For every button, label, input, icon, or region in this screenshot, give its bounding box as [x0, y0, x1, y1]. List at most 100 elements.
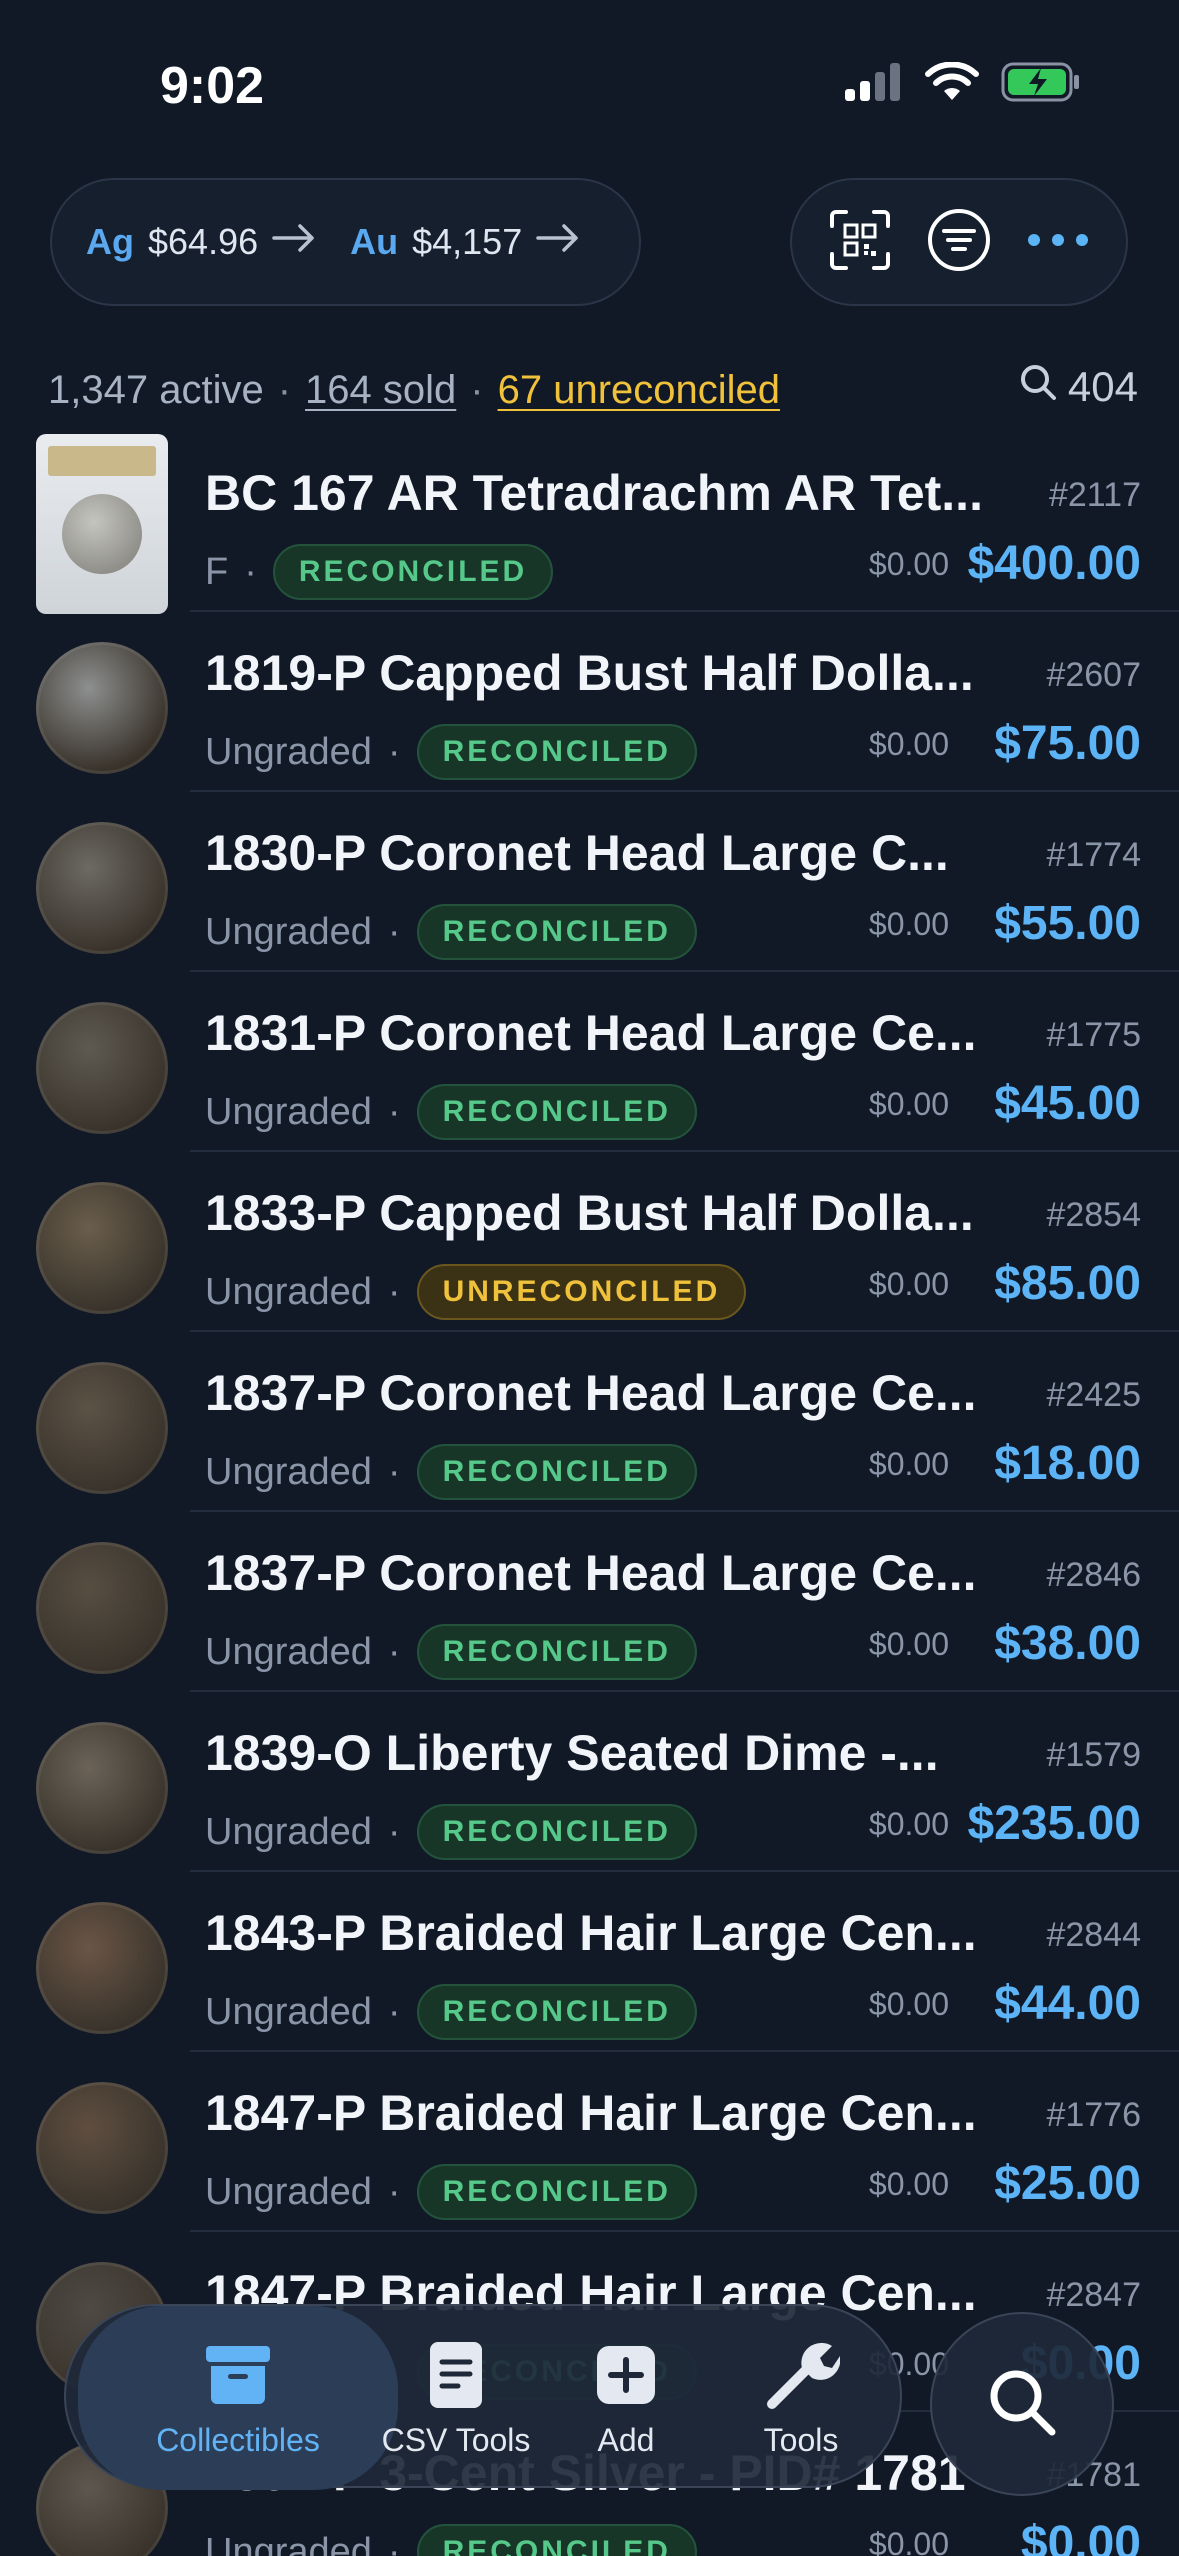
item-grade: Ungraded — [205, 1630, 372, 1673]
tab-collectibles[interactable]: Collectibles — [78, 2306, 398, 2490]
arrow-right-icon — [536, 221, 580, 263]
status-badge: RECONCILED — [416, 2524, 697, 2556]
active-count: 1,347 active — [48, 367, 264, 412]
list-item[interactable]: 1833-P Capped Bust Half Dolla... #2854 U… — [0, 1152, 1179, 1332]
item-title: 1830-P Coronet Head Large C... — [205, 825, 949, 881]
status-time: 9:02 — [160, 57, 265, 115]
item-title: 1831-P Coronet Head Large Ce... — [205, 1005, 977, 1061]
item-value: $25.00 — [994, 2157, 1141, 2210]
item-grade: Ungraded — [205, 2530, 372, 2556]
separator-dot: · — [244, 550, 257, 593]
status-badge: RECONCILED — [416, 1984, 697, 2040]
separator-dot: · — [387, 1270, 401, 1313]
tab-tools[interactable]: Tools — [716, 2306, 886, 2490]
status-badge: RECONCILED — [416, 1084, 697, 1140]
status-badge: RECONCILED — [416, 1624, 697, 1680]
item-value: $0.00 — [1020, 2517, 1141, 2556]
item-title: 1833-P Capped Bust Half Dolla... — [205, 1185, 974, 1241]
separator-dot: · — [387, 910, 401, 953]
search-button[interactable] — [930, 2312, 1114, 2496]
tab-add-label: Add — [597, 2421, 655, 2458]
plus-square-icon — [595, 2338, 657, 2412]
item-cost: $0.00 — [868, 906, 949, 942]
item-grade: Ungraded — [205, 910, 372, 953]
item-title: 1837-P Coronet Head Large Ce... — [205, 1365, 977, 1421]
item-meta: Ungraded · RECONCILED — [205, 1984, 697, 2040]
tab-csv-tools[interactable]: CSV Tools — [366, 2306, 546, 2490]
tab-add[interactable]: Add — [546, 2306, 706, 2490]
separator-dot: · — [387, 1810, 401, 1853]
status-badge: RECONCILED — [416, 724, 697, 780]
item-number: #2117 — [1048, 476, 1141, 514]
silver-spot-link[interactable]: Ag $64.96 — [86, 221, 316, 263]
item-title: 1843-P Braided Hair Large Cen... — [205, 1905, 977, 1961]
coin-photo — [36, 1902, 168, 2034]
filter-icon — [926, 207, 992, 278]
archive-box-icon — [204, 2338, 272, 2412]
status-badge: RECONCILED — [416, 904, 697, 960]
status-icons — [843, 61, 1081, 107]
item-meta: Ungraded · RECONCILED — [205, 904, 697, 960]
sold-filter-link[interactable]: 164 sold — [305, 368, 456, 413]
search-results-count[interactable]: 404 — [1018, 362, 1138, 412]
list-item[interactable]: 1839-O Liberty Seated Dime -... #1579 Un… — [0, 1692, 1179, 1872]
item-value: $235.00 — [967, 1797, 1141, 1850]
item-value: $85.00 — [994, 1257, 1141, 1310]
item-value: $38.00 — [994, 1617, 1141, 1670]
list-item[interactable]: 1831-P Coronet Head Large Ce... #1775 Un… — [0, 972, 1179, 1152]
item-grade: Ungraded — [205, 2170, 372, 2213]
list-item[interactable]: 1843-P Braided Hair Large Cen... #2844 U… — [0, 1872, 1179, 2052]
item-grade: F — [205, 550, 229, 593]
list-item[interactable]: BC 167 AR Tetradrachm AR Tet... #2117 F … — [0, 432, 1179, 614]
status-bar: 9:02 — [0, 0, 1179, 150]
item-cost: $0.00 — [868, 1986, 949, 2022]
gold-spot-link[interactable]: Au $4,157 — [350, 221, 580, 263]
item-title: 1837-P Coronet Head Large Ce... — [205, 1545, 977, 1601]
item-value: $18.00 — [994, 1437, 1141, 1490]
coin-photo — [36, 1002, 168, 1134]
list-item[interactable]: 1847-P Braided Hair Large Cen... #1776 U… — [0, 2052, 1179, 2232]
item-grade: Ungraded — [205, 1090, 372, 1133]
item-title: 1847-P Braided Hair Large Cen... — [205, 2085, 977, 2141]
wifi-icon — [925, 61, 979, 107]
status-badge: UNRECONCILED — [416, 1264, 747, 1320]
coin-photo — [36, 822, 168, 954]
item-value: $44.00 — [994, 1977, 1141, 2030]
item-number: #2846 — [1046, 1556, 1141, 1594]
item-meta: Ungraded · RECONCILED — [205, 1084, 697, 1140]
battery-charging-icon — [1001, 62, 1081, 107]
item-value: $400.00 — [967, 537, 1141, 590]
separator-dot: · — [387, 1450, 401, 1493]
item-number: #2854 — [1046, 1196, 1141, 1234]
status-badge: RECONCILED — [416, 1444, 697, 1500]
more-options-button[interactable] — [1018, 202, 1098, 282]
item-grade: Ungraded — [205, 1270, 372, 1313]
list-item[interactable]: 1830-P Coronet Head Large C... #1774 Ung… — [0, 792, 1179, 972]
status-badge: RECONCILED — [416, 1804, 697, 1860]
item-cost: $0.00 — [868, 2166, 949, 2202]
item-number: #2425 — [1046, 1376, 1141, 1414]
list-item[interactable]: 1819-P Capped Bust Half Dolla... #2607 U… — [0, 612, 1179, 792]
item-cost: $0.00 — [868, 1446, 949, 1482]
unreconciled-filter-link[interactable]: 67 unreconciled — [498, 368, 780, 413]
item-number: #1579 — [1046, 1736, 1141, 1774]
item-value: $55.00 — [994, 897, 1141, 950]
item-meta: F · RECONCILED — [205, 544, 554, 600]
item-cost: $0.00 — [868, 546, 949, 582]
magnifier-icon — [1018, 362, 1058, 412]
tab-collectibles-label: Collectibles — [156, 2421, 320, 2458]
list-item[interactable]: 1837-P Coronet Head Large Ce... #2846 Un… — [0, 1512, 1179, 1692]
item-cost: $0.00 — [868, 2526, 949, 2556]
item-value: $75.00 — [994, 717, 1141, 770]
scan-qr-button[interactable] — [820, 202, 900, 282]
coin-photo — [36, 1542, 168, 1674]
coin-photo — [36, 642, 168, 774]
coin-photo — [36, 2082, 168, 2214]
list-item[interactable]: 1837-P Coronet Head Large Ce... #2425 Un… — [0, 1332, 1179, 1512]
item-cost: $0.00 — [868, 1086, 949, 1122]
toolbar-actions — [790, 178, 1128, 306]
item-number: #1775 — [1046, 1016, 1141, 1054]
collection-summary: 1,347 active · 164 sold · 67 unreconcile… — [48, 362, 1138, 418]
gold-label: Au — [350, 221, 399, 262]
filter-button[interactable] — [919, 202, 999, 282]
